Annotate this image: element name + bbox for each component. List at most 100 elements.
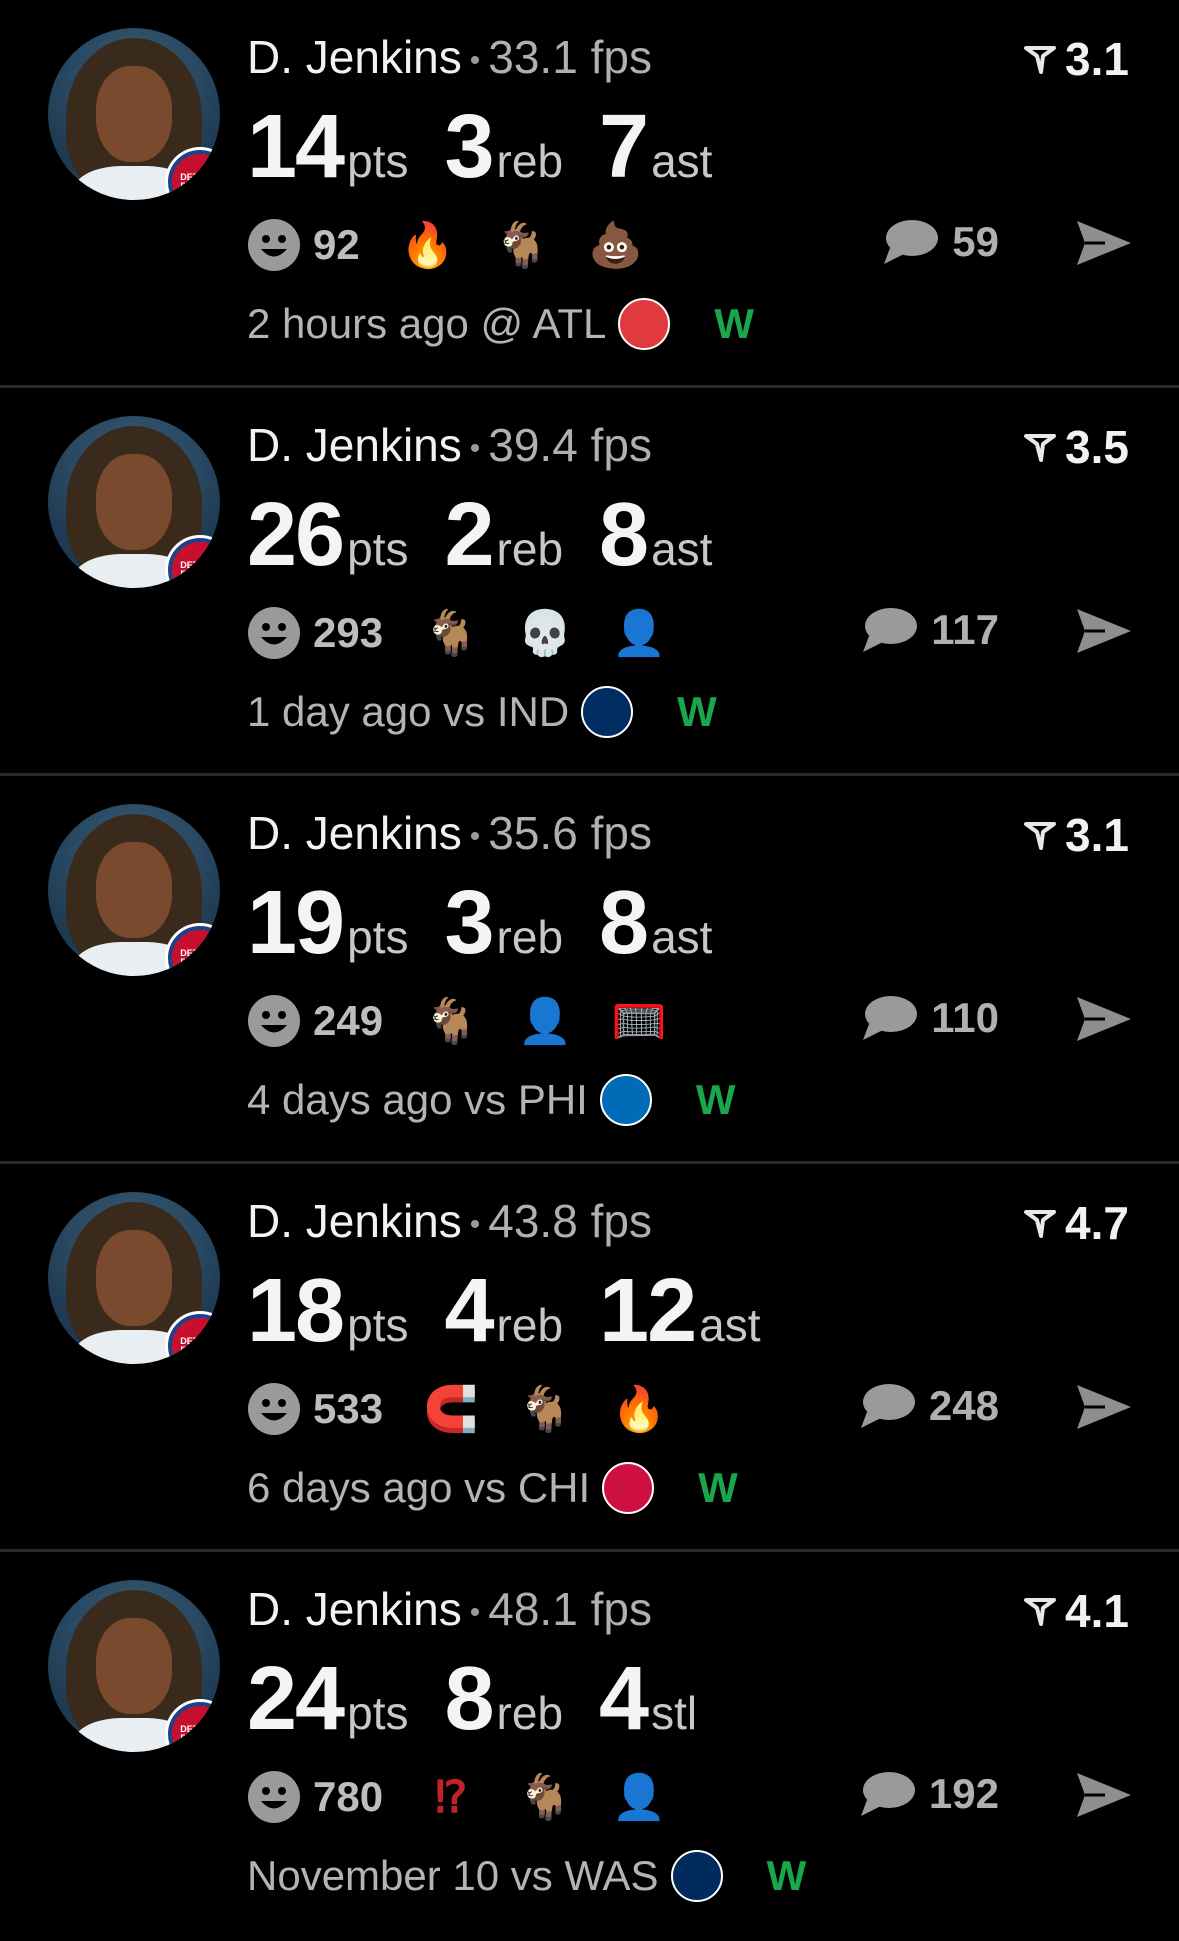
goat-icon[interactable]: 🐐 (421, 991, 481, 1051)
stat-value: 19 (247, 873, 345, 973)
goat-icon[interactable]: 🐐 (492, 215, 552, 275)
feed-card[interactable]: DETROIT PISTONS D. Jenkins • 33.1 fps 3.1 1… (0, 0, 1179, 388)
comment-count: 117 (931, 606, 999, 653)
card-header: D. Jenkins • 48.1 fps (247, 1583, 652, 1635)
player-face-icon[interactable]: 👤 (609, 603, 669, 663)
rating-badge[interactable]: 4.1 (1023, 1584, 1129, 1638)
feed-card[interactable]: DETROIT PISTONS D. Jenkins • 35.6 fps 3.1 1… (0, 776, 1179, 1164)
rating-value: 4.1 (1065, 1585, 1129, 1637)
player-avatar[interactable]: DETROIT PISTONS (48, 416, 220, 588)
stat-stl: 4stl (599, 1648, 697, 1751)
rating-badge[interactable]: 4.7 (1023, 1196, 1129, 1250)
game-meta: November 10 vs WAS W (247, 1850, 806, 1902)
player-avatar[interactable]: DETROIT PISTONS (48, 1192, 220, 1364)
game-result: W (714, 300, 755, 347)
stat-unit: ast (651, 911, 713, 963)
fire-icon[interactable]: 🔥 (609, 1379, 669, 1439)
interrobang-icon[interactable]: ⁉ (421, 1767, 481, 1827)
poop-icon[interactable]: 💩 (586, 215, 646, 275)
comment-bubble-icon (860, 1384, 915, 1428)
smiley-icon (248, 995, 300, 1047)
share-button[interactable] (1075, 1770, 1133, 1825)
game-meta: 1 day ago vs IND W (247, 686, 717, 738)
game-result: W (766, 1852, 807, 1899)
fire-icon[interactable]: 🔥 (398, 215, 458, 275)
send-arrow-icon (1077, 1773, 1131, 1817)
share-button[interactable] (1075, 1382, 1133, 1437)
game-time-opponent[interactable]: 4 days ago vs PHI (247, 1076, 588, 1124)
rating-badge[interactable]: 3.1 (1023, 808, 1129, 862)
rating-value: 4.7 (1065, 1197, 1129, 1249)
player-face-icon[interactable]: 👤 (515, 991, 575, 1051)
player-avatar[interactable]: DETROIT PISTONS (48, 28, 220, 200)
rating-badge[interactable]: 3.1 (1023, 32, 1129, 86)
smiley-icon (248, 1383, 300, 1435)
magnet-icon[interactable]: 🧲 (421, 1379, 481, 1439)
rating-badge[interactable]: 3.5 (1023, 420, 1129, 474)
player-name[interactable]: D. Jenkins (247, 1195, 462, 1247)
stat-unit: stl (651, 1687, 698, 1739)
emoji-list: 🐐 👤 🥅 (421, 991, 703, 1051)
comments-button[interactable]: 59 (882, 218, 999, 266)
smiley-icon (248, 1771, 300, 1823)
player-name[interactable]: D. Jenkins (247, 31, 462, 83)
reaction-bar: 533 🧲 🐐 🔥 (247, 1379, 703, 1439)
comments-button[interactable]: 110 (861, 994, 999, 1042)
player-face-icon[interactable]: 👤 (609, 1767, 669, 1827)
rating-flag-icon (1024, 434, 1057, 462)
reaction-button[interactable]: 533 (247, 1382, 383, 1436)
comment-bubble-icon (863, 996, 918, 1040)
game-feed: DETROIT PISTONS D. Jenkins • 33.1 fps 3.1 1… (0, 0, 1179, 1941)
basketball-net-icon[interactable]: 🥅 (609, 991, 669, 1051)
player-name[interactable]: D. Jenkins (247, 1583, 462, 1635)
share-button[interactable] (1075, 994, 1133, 1049)
feed-card[interactable]: DETROIT PISTONS D. Jenkins • 39.4 fps 3.5 2… (0, 388, 1179, 776)
stat-pts: 19pts (247, 872, 408, 975)
player-name[interactable]: D. Jenkins (247, 807, 462, 859)
reaction-button[interactable]: 249 (247, 994, 383, 1048)
goat-icon[interactable]: 🐐 (421, 603, 481, 663)
stat-value: 26 (247, 485, 345, 585)
player-name[interactable]: D. Jenkins (247, 419, 462, 471)
player-avatar[interactable]: DETROIT PISTONS (48, 804, 220, 976)
share-button[interactable] (1075, 606, 1133, 661)
stat-ast: 12ast (599, 1260, 760, 1363)
pacers-logo (581, 686, 634, 738)
game-result: W (695, 1076, 736, 1123)
emoji-list: 🧲 🐐 🔥 (421, 1379, 703, 1439)
game-time-opponent[interactable]: 1 day ago vs IND (247, 688, 569, 736)
send-arrow-icon (1077, 997, 1131, 1041)
player-avatar[interactable]: DETROIT PISTONS (48, 1580, 220, 1752)
comments-button[interactable]: 117 (861, 606, 999, 654)
stat-value: 24 (247, 1649, 345, 1749)
stat-pts: 18pts (247, 1260, 408, 1363)
reaction-button[interactable]: 780 (247, 1770, 383, 1824)
feed-card[interactable]: DETROIT PISTONS D. Jenkins • 48.1 fps 4.1 2… (0, 1552, 1179, 1941)
stat-value: 4 (444, 1261, 494, 1361)
comments-button[interactable]: 248 (859, 1382, 999, 1430)
comment-bubble-icon (860, 1772, 915, 1816)
goat-icon[interactable]: 🐐 (515, 1379, 575, 1439)
game-time-opponent[interactable]: 2 hours ago @ ATL (247, 300, 606, 348)
game-meta: 6 days ago vs CHI W (247, 1462, 738, 1514)
rating-flag-icon (1024, 1210, 1057, 1238)
stat-unit: pts (347, 1687, 409, 1739)
card-header: D. Jenkins • 33.1 fps (247, 31, 652, 83)
comments-button[interactable]: 192 (859, 1770, 999, 1818)
smiley-icon (248, 219, 300, 271)
share-button[interactable] (1075, 218, 1133, 273)
stat-ast: 7ast (599, 96, 712, 199)
stat-reb: 3reb (444, 96, 563, 199)
reaction-button[interactable]: 92 (247, 218, 360, 272)
card-header: D. Jenkins • 35.6 fps (247, 807, 652, 859)
stat-value: 12 (599, 1261, 697, 1361)
comment-count: 248 (928, 1382, 999, 1429)
goat-icon[interactable]: 🐐 (515, 1767, 575, 1827)
game-time-opponent[interactable]: November 10 vs WAS (247, 1852, 659, 1900)
game-time-opponent[interactable]: 6 days ago vs CHI (247, 1464, 590, 1512)
feed-card[interactable]: DETROIT PISTONS D. Jenkins • 43.8 fps 4.7 1… (0, 1164, 1179, 1552)
skull-icon[interactable]: 💀 (515, 603, 575, 663)
reaction-button[interactable]: 293 (247, 606, 383, 660)
stat-value: 8 (599, 485, 649, 585)
comment-bubble-icon (863, 608, 918, 652)
